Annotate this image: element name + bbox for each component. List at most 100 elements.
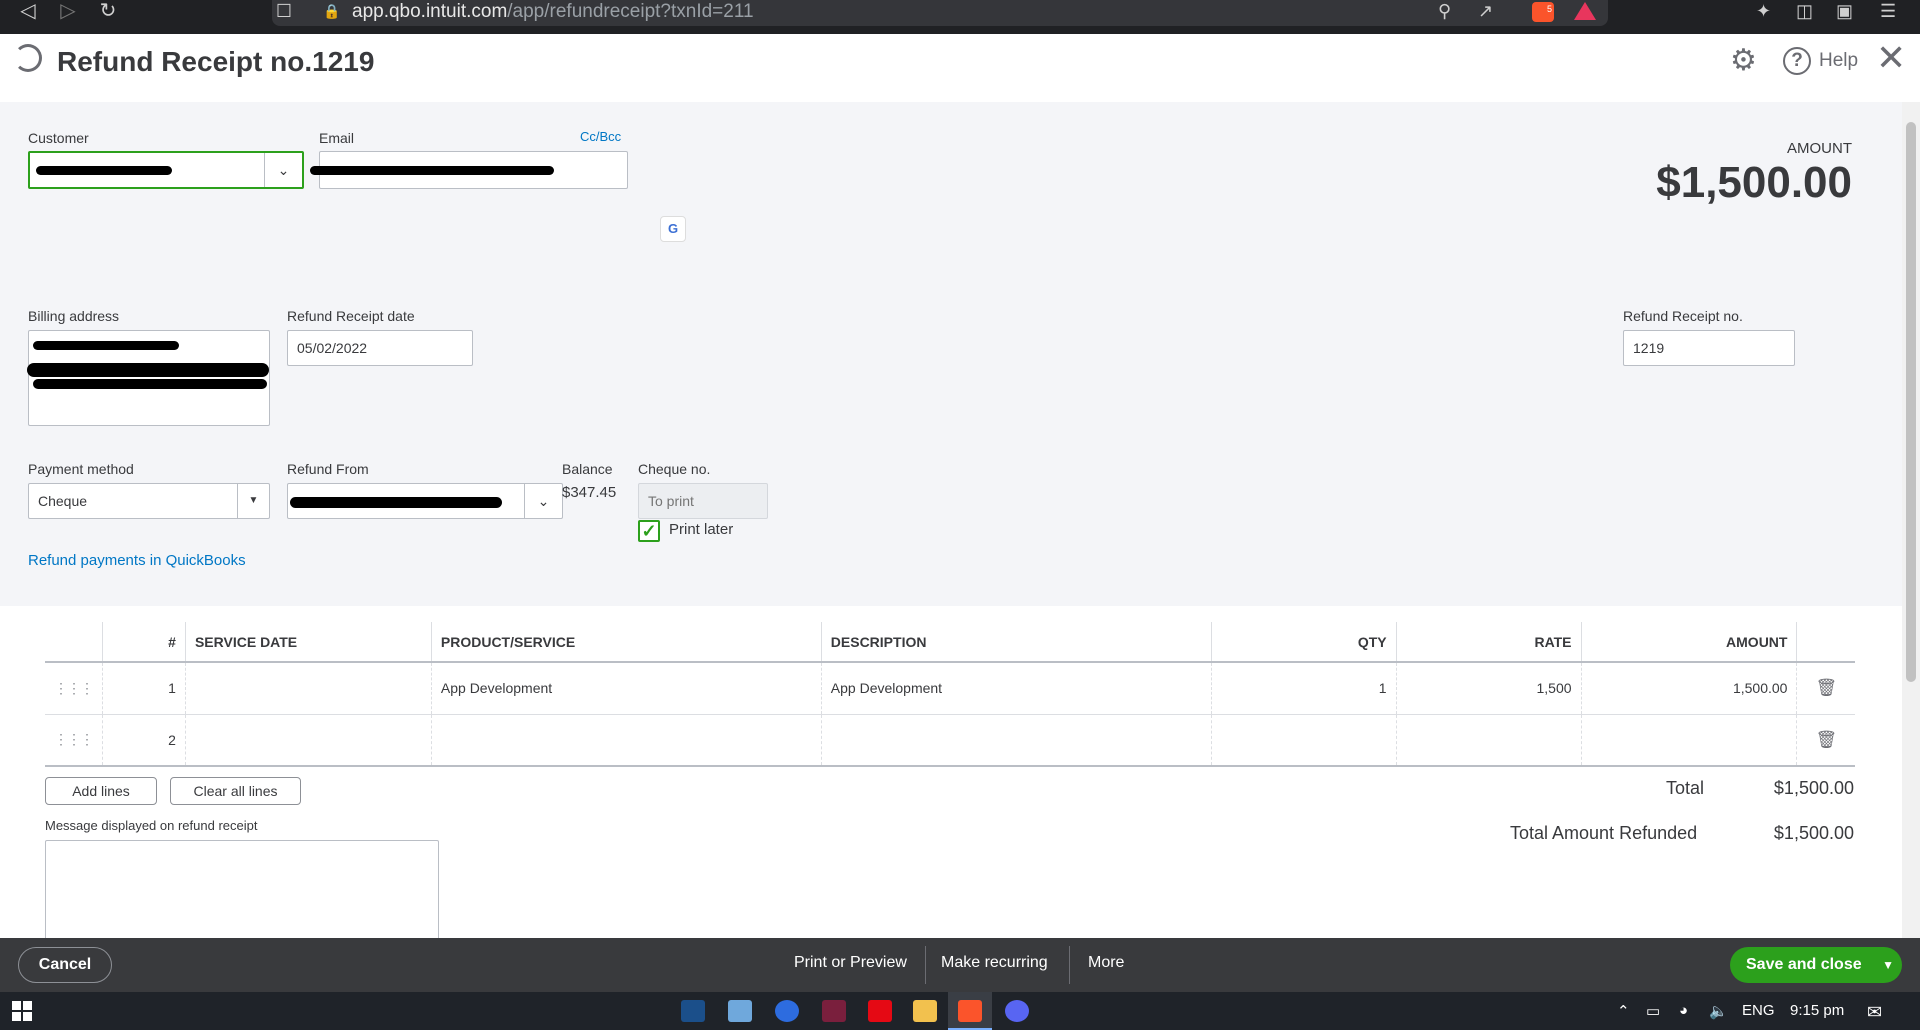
caret-down-icon[interactable]: ▼ xyxy=(1882,947,1894,983)
refund-payments-link[interactable]: Refund payments in QuickBooks xyxy=(28,552,246,569)
forward-icon[interactable]: ▷ xyxy=(56,0,80,24)
menu-icon[interactable]: ☰ xyxy=(1880,0,1896,22)
print-later-label: Print later xyxy=(669,521,734,538)
app-icon[interactable] xyxy=(775,1000,799,1022)
netflix-icon[interactable] xyxy=(868,1000,892,1022)
back-icon[interactable]: ◁ xyxy=(16,0,40,24)
redacted-customer xyxy=(36,166,172,175)
cheque-no-field[interactable] xyxy=(638,483,768,519)
clear-lines-button[interactable]: Clear all lines xyxy=(170,777,301,805)
battery-icon[interactable]: ▭ xyxy=(1646,1002,1660,1020)
service-date-cell[interactable] xyxy=(185,662,432,715)
payment-method-select[interactable]: Cheque ▼ xyxy=(28,483,270,519)
print-later-checkbox[interactable]: ✓ xyxy=(638,520,660,542)
product-cell[interactable] xyxy=(431,714,822,767)
sidebar-icon[interactable]: ◫ xyxy=(1796,0,1813,22)
payment-method-value: Cheque xyxy=(38,493,88,509)
folder-icon[interactable] xyxy=(913,1000,937,1022)
chevron-down-icon[interactable]: ⌄ xyxy=(524,484,562,518)
rate-cell[interactable] xyxy=(1396,714,1582,767)
save-and-close-button[interactable]: Save and close ▼ xyxy=(1730,947,1902,983)
table-row[interactable]: ⋮⋮⋮ 1 App Development App Development 1 … xyxy=(45,662,1855,715)
qty-cell[interactable] xyxy=(1211,714,1397,767)
table-row[interactable]: ⋮⋮⋮ 2 🗑 xyxy=(45,714,1855,767)
qty-cell[interactable]: 1 xyxy=(1211,662,1397,715)
row-num: 1 xyxy=(102,662,186,715)
amount-label: AMOUNT xyxy=(1787,140,1852,157)
brave-icon[interactable] xyxy=(958,1000,982,1022)
amount-cell[interactable] xyxy=(1581,714,1798,767)
col-num-header: # xyxy=(102,622,186,663)
redacted-billing xyxy=(27,363,269,377)
gear-icon[interactable]: ⚙ xyxy=(1730,43,1757,78)
lock-icon[interactable]: 🔒 xyxy=(320,0,344,24)
chevron-up-icon[interactable]: ⌃ xyxy=(1617,1002,1630,1020)
shields-count: 5 xyxy=(1547,4,1553,14)
description-cell[interactable]: App Development xyxy=(821,662,1212,715)
col-description-header: DESCRIPTION xyxy=(821,622,1212,663)
clock[interactable]: 9:15 pm xyxy=(1790,1002,1844,1019)
amount-cell[interactable]: 1,500.00 xyxy=(1581,662,1798,715)
trash-icon[interactable]: 🗑 xyxy=(1796,662,1855,715)
discord-icon[interactable] xyxy=(1005,1000,1029,1022)
close-icon[interactable]: ✕ xyxy=(1876,40,1906,76)
receipt-no-field[interactable]: 1219 xyxy=(1623,330,1795,366)
brave-rewards-icon[interactable] xyxy=(1574,2,1596,20)
scrollbar[interactable] xyxy=(1902,102,1920,938)
language-indicator[interactable]: ENG xyxy=(1742,1002,1775,1019)
share-icon[interactable]: ↗ xyxy=(1478,0,1493,22)
billing-address-field[interactable] xyxy=(27,330,270,426)
reload-icon[interactable]: ↻ xyxy=(96,0,120,24)
rate-cell[interactable]: 1,500 xyxy=(1396,662,1582,715)
refund-from-select[interactable]: ⌄ xyxy=(287,483,563,519)
notes-icon[interactable] xyxy=(728,1000,752,1022)
help-link[interactable]: Help xyxy=(1819,50,1858,72)
scrollbar-thumb[interactable] xyxy=(1906,122,1916,682)
redacted-billing xyxy=(33,341,179,350)
bookmark-icon[interactable]: ☐ xyxy=(272,0,296,24)
customer-label: Customer xyxy=(28,130,89,146)
add-lines-button[interactable]: Add lines xyxy=(45,777,157,805)
url-text[interactable]: app.qbo.intuit.com/app/refundreceipt?txn… xyxy=(352,1,754,23)
make-recurring-link[interactable]: Make recurring xyxy=(941,954,1048,972)
os-taskbar: ⌃ ▭ ◕ 🔈 ENG 9:15 pm ✉ xyxy=(0,992,1920,1030)
customer-select[interactable]: ⌄ xyxy=(28,151,304,189)
refund-from-label: Refund From xyxy=(287,461,369,477)
col-product-header: PRODUCT/SERVICE xyxy=(431,622,822,663)
refund-date-field[interactable]: 05/02/2022 xyxy=(287,330,473,366)
cc-bcc-link[interactable]: Cc/Bcc xyxy=(580,129,621,144)
more-link[interactable]: More xyxy=(1088,954,1124,972)
wallet-icon[interactable]: ▣ xyxy=(1836,0,1853,22)
trash-icon[interactable]: 🗑 xyxy=(1796,714,1855,767)
product-cell[interactable]: App Development xyxy=(431,662,822,715)
history-icon[interactable] xyxy=(14,44,42,72)
email-field[interactable] xyxy=(310,151,628,189)
steam-icon[interactable] xyxy=(681,1000,705,1022)
cancel-button[interactable]: Cancel xyxy=(18,947,112,983)
line-items-table: # SERVICE DATE PRODUCT/SERVICE DESCRIPTI… xyxy=(45,622,1855,767)
help-icon[interactable]: ? xyxy=(1783,47,1811,75)
extensions-icon[interactable]: ✦ xyxy=(1756,0,1771,22)
caret-down-icon[interactable]: ▼ xyxy=(237,484,269,518)
message-field[interactable] xyxy=(45,840,439,940)
windows-start-icon[interactable] xyxy=(12,1001,32,1021)
zoom-icon[interactable]: ⚲ xyxy=(1438,0,1451,22)
wifi-icon[interactable]: ◕ xyxy=(1679,1002,1688,1019)
total-refunded-value: $1,500.00 xyxy=(1773,823,1854,843)
redacted-account xyxy=(290,497,502,508)
translate-icon[interactable]: G xyxy=(660,216,686,242)
description-cell[interactable] xyxy=(821,714,1212,767)
drag-handle-icon[interactable]: ⋮⋮⋮ xyxy=(45,714,103,767)
chevron-down-icon[interactable]: ⌄ xyxy=(264,153,302,187)
notifications-icon[interactable]: ✉ xyxy=(1867,1002,1882,1023)
save-and-close-label: Save and close xyxy=(1746,956,1862,973)
balance-label: Balance xyxy=(562,461,613,477)
footer-divider xyxy=(1069,946,1070,984)
print-preview-link[interactable]: Print or Preview xyxy=(794,954,907,972)
browser-toolbar: ◁ ▷ ↻ ☐ 🔒 app.qbo.intuit.com/app/refundr… xyxy=(0,0,1920,34)
service-date-cell[interactable] xyxy=(185,714,432,767)
media-icon[interactable] xyxy=(822,1000,846,1022)
drag-handle-icon[interactable]: ⋮⋮⋮ xyxy=(45,662,103,715)
page-header: Refund Receipt no.1219 ⚙ ? Help ✕ xyxy=(0,34,1920,102)
volume-icon[interactable]: 🔈 xyxy=(1709,1002,1728,1020)
